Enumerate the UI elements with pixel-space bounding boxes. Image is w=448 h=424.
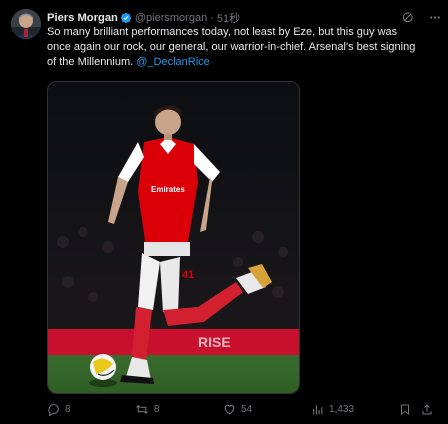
shirt-number: 41 <box>182 269 194 281</box>
repost-button[interactable]: 8 <box>135 403 160 416</box>
timestamp[interactable]: 51秒 <box>217 10 240 26</box>
sponsor-text: Emirates <box>151 185 185 194</box>
tweet-body: So many brilliant performances today, no… <box>47 26 416 68</box>
tweet-header: Piers Morgan @piersmorgan · 51秒 <box>47 9 442 26</box>
bookmark-icon <box>399 403 411 416</box>
tweet-actions: 8 8 54 1,433 <box>47 400 439 418</box>
like-button[interactable]: 54 <box>223 403 252 416</box>
views-button[interactable]: 1,433 <box>311 403 354 416</box>
tweet-card[interactable]: Piers Morgan @piersmorgan · 51秒 So many … <box>0 0 448 424</box>
verified-badge-icon <box>120 12 132 24</box>
tweet-text: So many brilliant performances today, no… <box>47 25 422 70</box>
repost-icon <box>135 403 149 416</box>
views-count: 1,433 <box>329 403 355 415</box>
board-text: RISE <box>198 334 231 350</box>
share-icon <box>421 403 433 416</box>
author-handle[interactable]: @piersmorgan <box>135 12 207 24</box>
reply-count: 8 <box>65 403 71 415</box>
share-button[interactable] <box>421 403 433 416</box>
mention-link[interactable]: @_DeclanRice <box>136 56 210 68</box>
separator-dot: · <box>210 11 214 24</box>
repost-count: 8 <box>154 403 160 415</box>
bookmark-button[interactable] <box>399 403 411 416</box>
more-icon[interactable] <box>428 11 442 24</box>
avatar[interactable] <box>11 9 41 39</box>
author-name[interactable]: Piers Morgan <box>47 12 118 24</box>
grok-icon[interactable] <box>401 11 414 24</box>
tweet-media[interactable]: RISE Emirates 41 <box>47 81 300 394</box>
like-icon <box>223 403 236 416</box>
views-icon <box>311 403 324 416</box>
reply-icon <box>47 403 60 416</box>
reply-button[interactable]: 8 <box>47 403 71 416</box>
like-count: 54 <box>241 403 253 415</box>
